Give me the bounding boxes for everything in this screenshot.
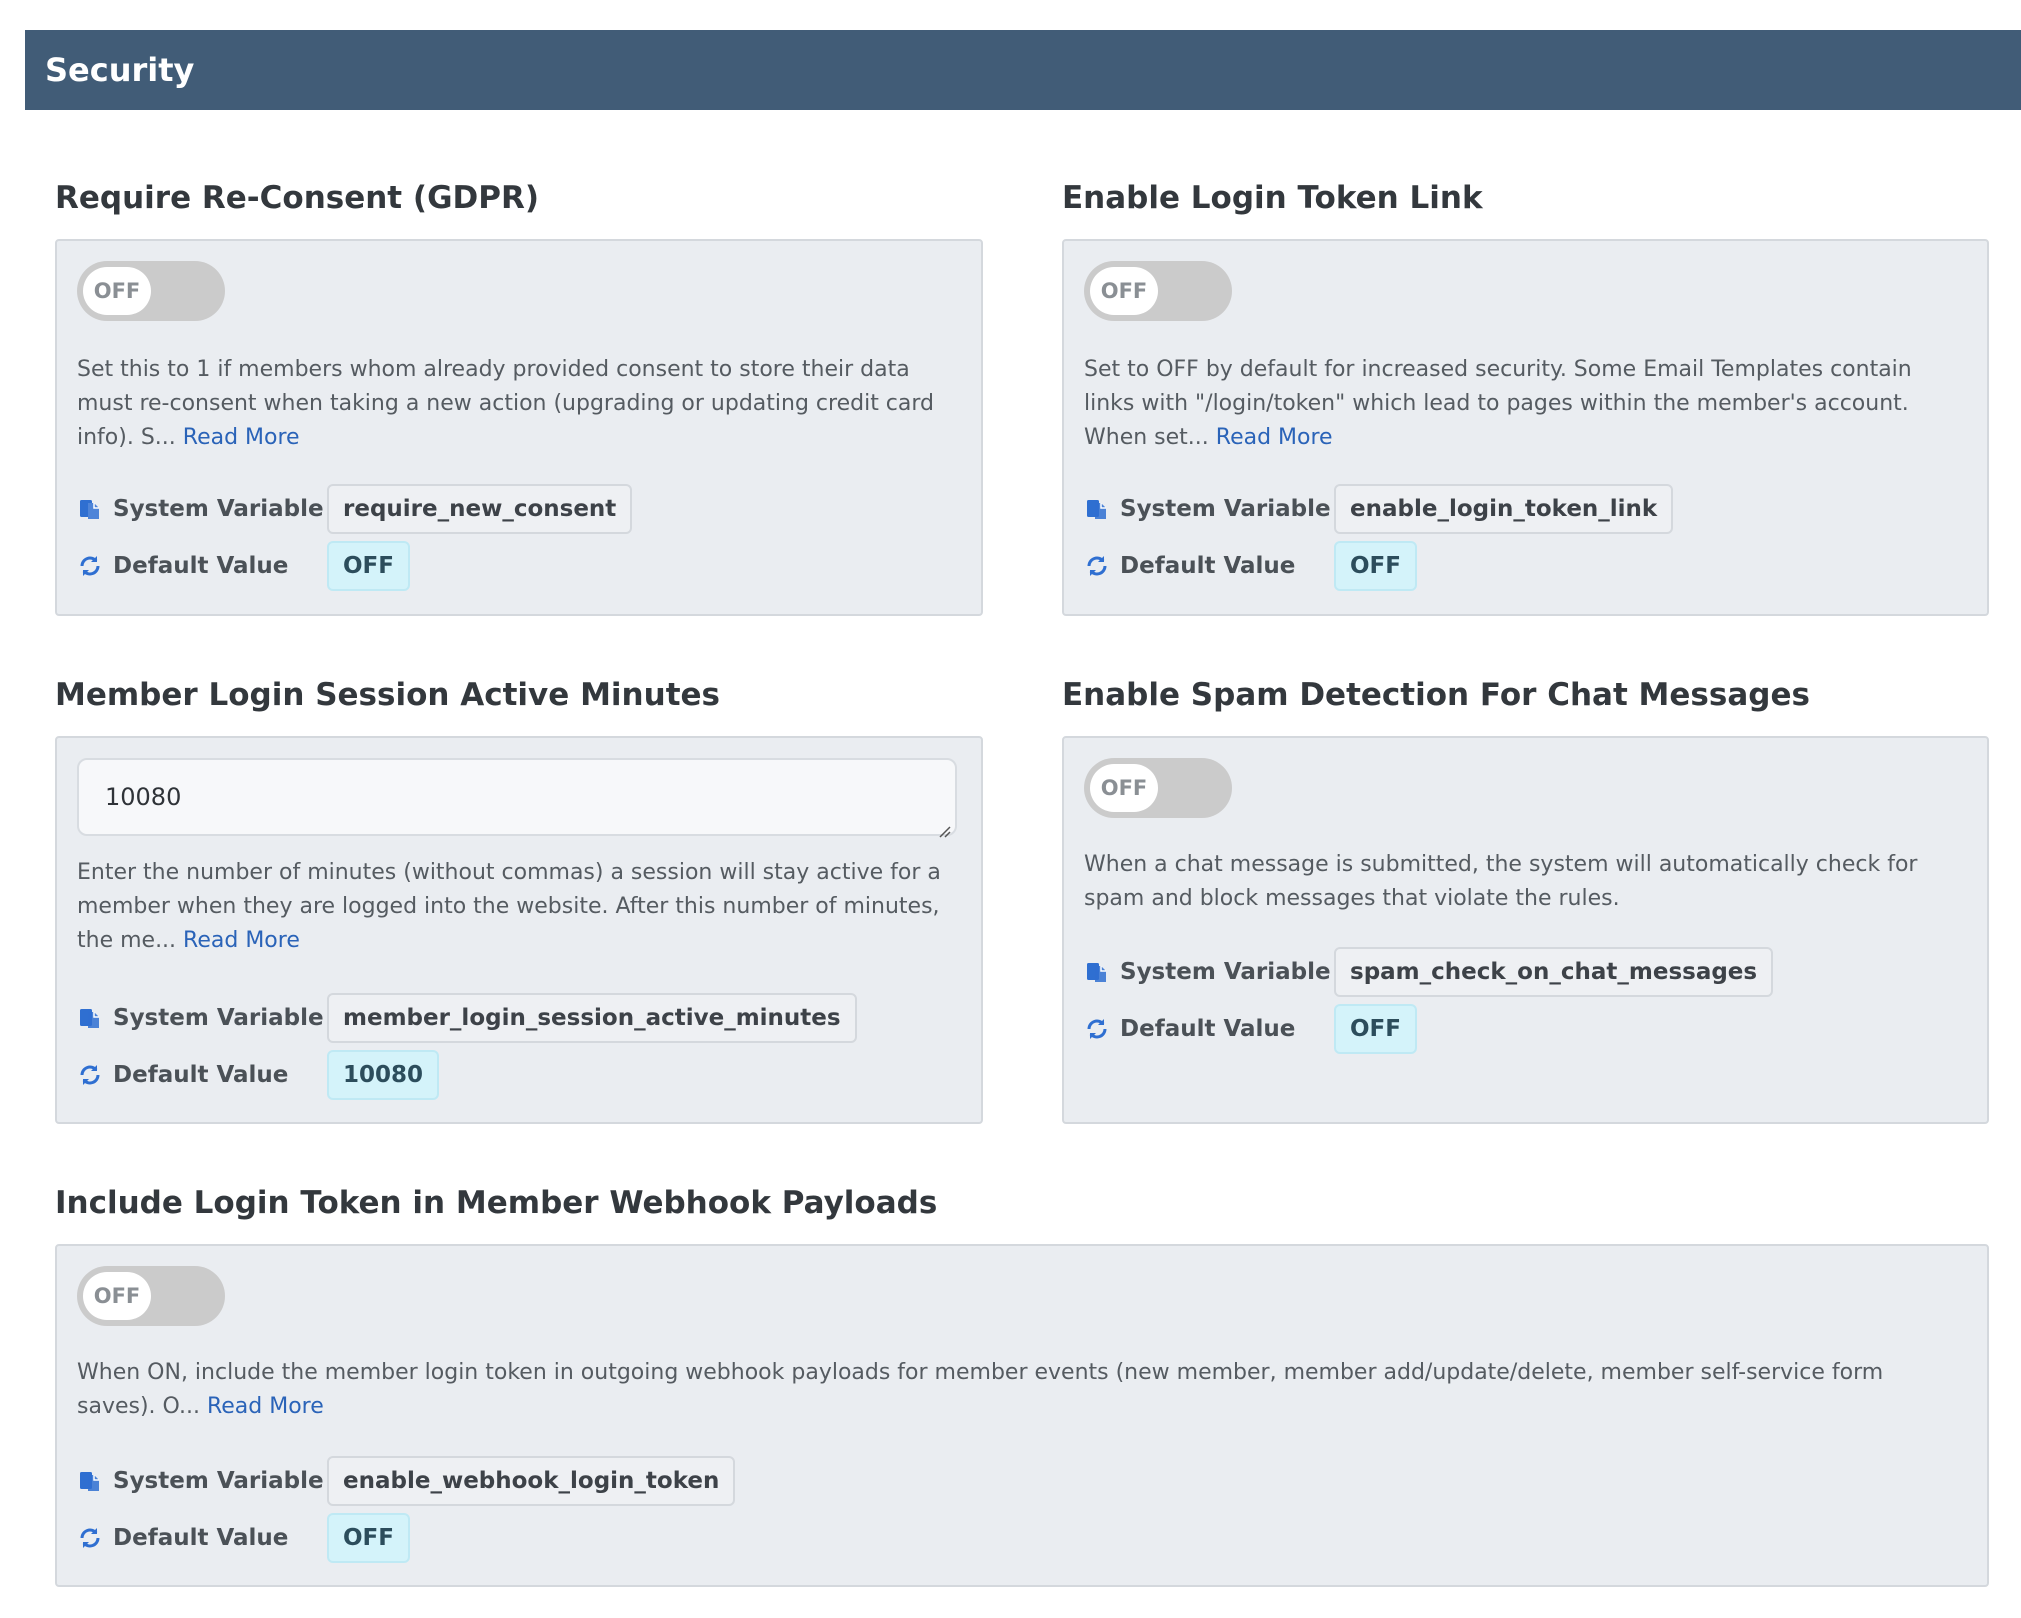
spam-detection-toggle[interactable]: OFF — [1084, 758, 1232, 818]
description-line: info). S... — [77, 425, 176, 450]
system-variable-value[interactable]: enable_webhook_login_token — [327, 1456, 736, 1506]
copy-icon[interactable] — [77, 496, 103, 522]
section-header: Security — [25, 30, 2021, 110]
description-line: Set this to 1 if members whom already pr… — [77, 357, 910, 382]
setting-card-webhook-login-token: OFF When ON, include the member login to… — [55, 1244, 1989, 1587]
description-line: Set to OFF by default for increased secu… — [1084, 357, 1912, 382]
default-value-row: Default Value OFF — [1084, 541, 1417, 591]
setting-card-require-reconsent: OFF Set this to 1 if members whom alread… — [55, 239, 983, 616]
toggle-knob: OFF — [83, 1272, 151, 1320]
system-variable-label: System Variable — [113, 1468, 324, 1494]
default-value-label: Default Value — [113, 1062, 289, 1088]
system-variable-row: System Variable enable_webhook_login_tok… — [77, 1456, 736, 1506]
refresh-icon — [77, 1062, 103, 1088]
setting-title-require-reconsent: Require Re-Consent (GDPR) — [55, 180, 540, 216]
default-value-row: Default Value 10080 — [77, 1050, 440, 1100]
system-variable-label: System Variable — [113, 1005, 324, 1031]
refresh-icon — [1084, 1016, 1110, 1042]
system-variable-row: System Variable require_new_consent — [77, 484, 633, 534]
require-reconsent-toggle[interactable]: OFF — [77, 261, 225, 321]
system-variable-label: System Variable — [1120, 959, 1331, 985]
setting-card-spam-detection: OFF When a chat message is submitted, th… — [1062, 736, 1989, 1124]
setting-description: When ON, include the member login token … — [77, 1356, 1883, 1424]
resize-handle-icon[interactable] — [937, 816, 951, 838]
setting-card-login-token-link: OFF Set to OFF by default for increased … — [1062, 239, 1989, 616]
description-line: Enter the number of minutes (without com… — [77, 860, 941, 885]
refresh-icon — [77, 1525, 103, 1551]
system-variable-value[interactable]: member_login_session_active_minutes — [327, 993, 857, 1043]
default-value-label: Default Value — [1120, 553, 1296, 579]
description-line: When a chat message is submitted, the sy… — [1084, 852, 1918, 877]
setting-card-session-minutes: 10080 Enter the number of minutes (witho… — [55, 736, 983, 1124]
toggle-knob: OFF — [83, 267, 151, 315]
system-variable-value[interactable]: enable_login_token_link — [1334, 484, 1674, 534]
copy-icon[interactable] — [77, 1468, 103, 1494]
read-more-link[interactable]: Read More — [1216, 425, 1333, 450]
copy-icon[interactable] — [77, 1005, 103, 1031]
default-value-badge: OFF — [1334, 1004, 1417, 1054]
description-line: When ON, include the member login token … — [77, 1360, 1884, 1385]
setting-title-spam-detection: Enable Spam Detection For Chat Messages — [1062, 677, 1810, 713]
default-value-badge: 10080 — [327, 1050, 440, 1100]
setting-description: Set this to 1 if members whom already pr… — [77, 353, 934, 455]
default-value-label: Default Value — [113, 1525, 289, 1551]
description-line: must re-consent when taking a new action… — [77, 391, 935, 416]
description-line: saves). O... — [77, 1394, 200, 1419]
description-line: spam and block messages that violate the… — [1084, 886, 1620, 911]
system-variable-value[interactable]: require_new_consent — [327, 484, 633, 534]
default-value-label: Default Value — [1120, 1016, 1296, 1042]
description-line: the me... — [77, 928, 177, 953]
default-value-badge: OFF — [327, 541, 410, 591]
default-value-row: Default Value OFF — [1084, 1004, 1417, 1054]
system-variable-value[interactable]: spam_check_on_chat_messages — [1334, 947, 1774, 997]
toggle-knob: OFF — [1090, 267, 1158, 315]
setting-title-session-minutes: Member Login Session Active Minutes — [55, 677, 720, 713]
setting-title-login-token-link: Enable Login Token Link — [1062, 180, 1483, 216]
setting-description: Set to OFF by default for increased secu… — [1084, 353, 1912, 455]
system-variable-row: System Variable spam_check_on_chat_messa… — [1084, 947, 1774, 997]
read-more-link[interactable]: Read More — [183, 928, 300, 953]
system-variable-label: System Variable — [113, 496, 324, 522]
login-token-link-toggle[interactable]: OFF — [1084, 261, 1232, 321]
session-minutes-input[interactable]: 10080 — [77, 758, 957, 838]
section-header-title: Security — [45, 51, 195, 89]
refresh-icon — [1084, 553, 1110, 579]
copy-icon[interactable] — [1084, 496, 1110, 522]
default-value-badge: OFF — [1334, 541, 1417, 591]
description-line: links with "/login/token" which lead to … — [1084, 391, 1909, 416]
setting-description: Enter the number of minutes (without com… — [77, 856, 941, 958]
read-more-link[interactable]: Read More — [183, 425, 300, 450]
toggle-knob: OFF — [1090, 764, 1158, 812]
setting-description: When a chat message is submitted, the sy… — [1084, 848, 1917, 916]
default-value-badge: OFF — [327, 1513, 410, 1563]
refresh-icon — [77, 553, 103, 579]
default-value-row: Default Value OFF — [77, 541, 410, 591]
setting-title-webhook-login-token: Include Login Token in Member Webhook Pa… — [55, 1185, 938, 1221]
copy-icon[interactable] — [1084, 959, 1110, 985]
description-line: When set... — [1084, 425, 1209, 450]
system-variable-row: System Variable enable_login_token_link — [1084, 484, 1674, 534]
default-value-label: Default Value — [113, 553, 289, 579]
default-value-row: Default Value OFF — [77, 1513, 410, 1563]
session-minutes-input-value: 10080 — [105, 783, 182, 811]
description-line: member when they are logged into the web… — [77, 894, 940, 919]
webhook-login-token-toggle[interactable]: OFF — [77, 1266, 225, 1326]
system-variable-label: System Variable — [1120, 496, 1331, 522]
system-variable-row: System Variable member_login_session_act… — [77, 993, 857, 1043]
read-more-link[interactable]: Read More — [207, 1394, 324, 1419]
